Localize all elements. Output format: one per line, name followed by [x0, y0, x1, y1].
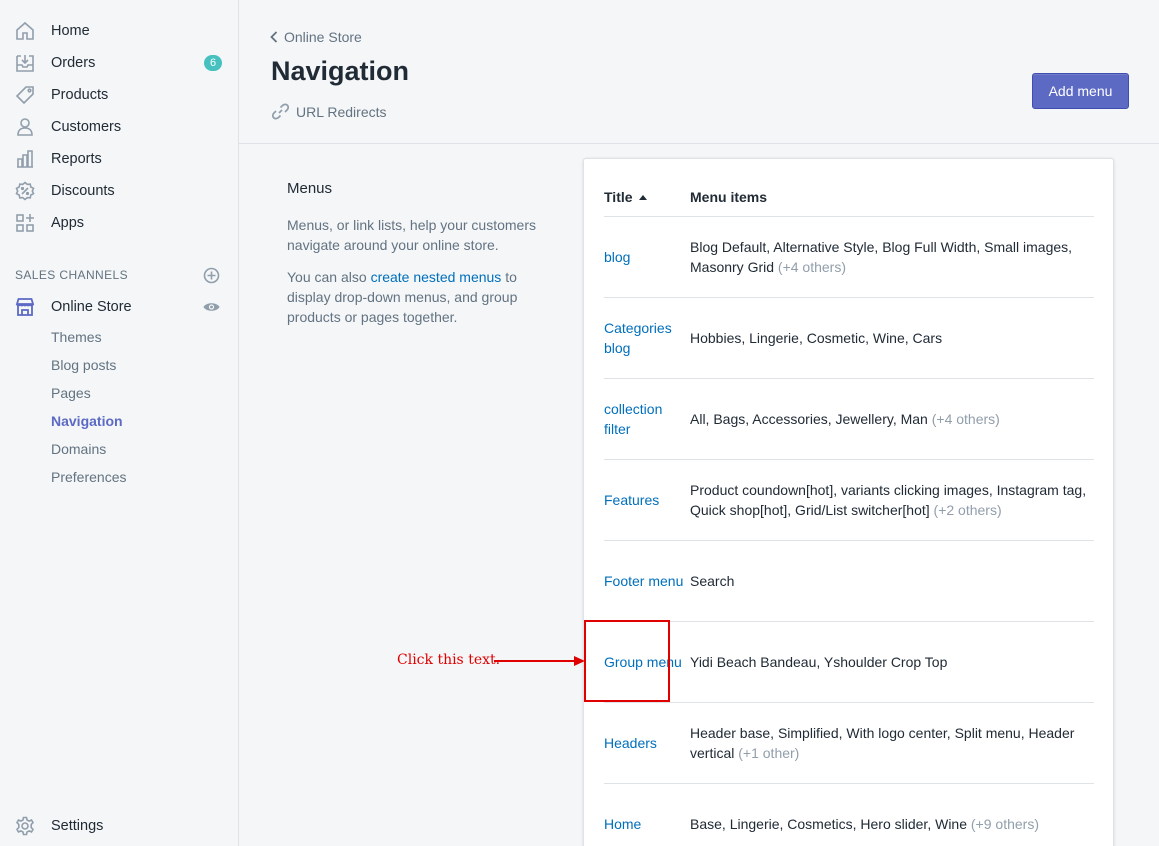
nested-menus-description: You can also create nested menus to disp… [287, 267, 552, 327]
sidebar-item-reports[interactable]: Reports [0, 143, 238, 175]
menu-title-link[interactable]: Features [604, 490, 684, 510]
column-header-title[interactable]: Title [604, 189, 648, 205]
annotation-highlight-box [584, 620, 670, 702]
link-icon [272, 103, 289, 120]
url-redirects-label: URL Redirects [296, 103, 387, 120]
store-icon [14, 296, 36, 318]
gear-icon [14, 815, 36, 837]
menu-title-link[interactable]: Categories blog [604, 318, 684, 358]
tag-icon [14, 84, 36, 106]
sidebar-item-label: Home [51, 23, 90, 39]
menu-items-list: Yidi Beach Bandeau, Yshoulder Crop Top [690, 654, 948, 670]
menu-items-more: (+4 others) [777, 259, 847, 275]
add-menu-button[interactable]: Add menu [1032, 73, 1129, 109]
column-header-title-label: Title [604, 189, 633, 205]
table-row: Home Base, Lingerie, Cosmetics, Hero sli… [604, 783, 1094, 846]
table-row: Headers Header base, Simplified, With lo… [604, 702, 1094, 783]
menu-title-link[interactable]: Home [604, 814, 684, 834]
sidebar-item-discounts[interactable]: Discounts [0, 175, 238, 207]
table-row: Group menu Yidi Beach Bandeau, Yshoulder… [604, 621, 1094, 702]
sidebar-item-label: Orders [51, 55, 96, 71]
menu-title-link[interactable]: collection filter [604, 399, 684, 439]
sidebar-item-label: Settings [51, 818, 104, 834]
bar-chart-icon [14, 148, 36, 170]
menu-items-list: Search [690, 573, 735, 589]
table-row: blog Blog Default, Alternative Style, Bl… [604, 216, 1094, 297]
sidebar-item-customers[interactable]: Customers [0, 111, 238, 143]
sidebar-item-label: Apps [51, 215, 85, 231]
sidebar-item-label: Products [51, 87, 109, 103]
url-redirects-link[interactable]: URL Redirects [272, 103, 387, 120]
orders-icon [14, 52, 36, 74]
menu-items-list: Product coundown[hot], variants clicking… [690, 482, 1087, 518]
nested-menus-prefix: You can also [287, 269, 371, 285]
annotation-arrow-icon [494, 656, 585, 666]
menu-items-text: Yidi Beach Bandeau, Yshoulder Crop Top [690, 652, 1094, 672]
page-title: Navigation [271, 56, 410, 86]
sidebar-item-settings[interactable]: Settings [0, 810, 238, 842]
sidebar-item-products[interactable]: Products [0, 79, 238, 111]
menu-items-more: (+4 others) [931, 411, 1000, 427]
menu-items-list: All, Bags, Accessories, Jewellery, Man [690, 411, 928, 427]
menus-description: Menus, or link lists, help your customer… [287, 217, 536, 253]
sidebar-item-orders[interactable]: Orders 6 [0, 47, 238, 79]
menu-items-text: Hobbies, Lingerie, Cosmetic, Wine, Cars [690, 328, 1094, 348]
menu-items-text: Product coundown[hot], variants clicking… [690, 480, 1094, 520]
menu-items-text: Base, Lingerie, Cosmetics, Hero slider, … [690, 814, 1094, 834]
apps-icon [14, 212, 36, 234]
sidebar-subitem-blog-posts[interactable]: Blog posts [51, 357, 116, 373]
menu-items-text: Header base, Simplified, With logo cente… [690, 723, 1094, 763]
annotation-text: Click this text. [397, 652, 501, 668]
sidebar-item-label: Online Store [51, 299, 132, 315]
menus-section-title: Menus [287, 180, 333, 197]
orders-count-badge: 6 [204, 55, 222, 71]
menu-items-text: Search [690, 571, 1094, 591]
discount-icon [14, 180, 36, 202]
home-icon [14, 20, 36, 42]
sidebar-subitem-navigation[interactable]: Navigation [51, 413, 123, 429]
menu-title-link[interactable]: Footer menu [604, 571, 684, 591]
menu-items-more: (+9 others) [970, 816, 1039, 832]
sidebar-item-label: Discounts [51, 183, 115, 199]
breadcrumb-label: Online Store [284, 29, 362, 45]
menu-items-list: Base, Lingerie, Cosmetics, Hero slider, … [690, 816, 967, 832]
sidebar-subitem-domains[interactable]: Domains [51, 441, 106, 457]
breadcrumb[interactable]: Online Store [270, 29, 362, 45]
menu-items-more: (+2 others) [933, 502, 1002, 518]
menu-items-text: Blog Default, Alternative Style, Blog Fu… [690, 237, 1094, 277]
table-row: Footer menu Search [604, 540, 1094, 621]
menu-title-link[interactable]: blog [604, 247, 684, 267]
sidebar-subitem-themes[interactable]: Themes [51, 329, 102, 345]
menu-items-list: Blog Default, Alternative Style, Blog Fu… [690, 239, 1073, 275]
eye-icon[interactable] [203, 300, 220, 314]
menu-items-text: All, Bags, Accessories, Jewellery, Man (… [690, 409, 1094, 429]
sales-channels-heading: SALES CHANNELS [15, 268, 128, 282]
sidebar-item-apps[interactable]: Apps [0, 207, 238, 239]
menu-items-more: (+1 other) [738, 745, 800, 761]
page-header: Online Store Navigation URL Redirects Ad… [239, 0, 1159, 144]
create-nested-menus-link[interactable]: create nested menus [371, 269, 502, 285]
sort-ascending-icon [638, 195, 647, 200]
table-row: collection filter All, Bags, Accessories… [604, 378, 1094, 459]
sidebar-subitem-preferences[interactable]: Preferences [51, 469, 126, 485]
table-row: Features Product coundown[hot], variants… [604, 459, 1094, 540]
sidebar-item-label: Customers [51, 119, 122, 135]
sidebar-item-home[interactable]: Home [0, 15, 238, 47]
sidebar-subitem-pages[interactable]: Pages [51, 385, 91, 401]
menu-items-list: Hobbies, Lingerie, Cosmetic, Wine, Cars [690, 330, 943, 346]
column-header-menu-items: Menu items [690, 189, 768, 205]
chevron-left-icon [270, 31, 278, 43]
table-row: Categories blog Hobbies, Lingerie, Cosme… [604, 297, 1094, 378]
add-channel-icon[interactable] [203, 267, 220, 284]
menu-title-link[interactable]: Headers [604, 733, 684, 753]
sidebar: Home Orders 6 Products Customers Reports… [0, 0, 239, 846]
sidebar-item-label: Reports [51, 151, 102, 167]
user-icon [14, 116, 36, 138]
menus-table-card: Title Menu items blog Blog Default, Alte… [583, 158, 1114, 846]
